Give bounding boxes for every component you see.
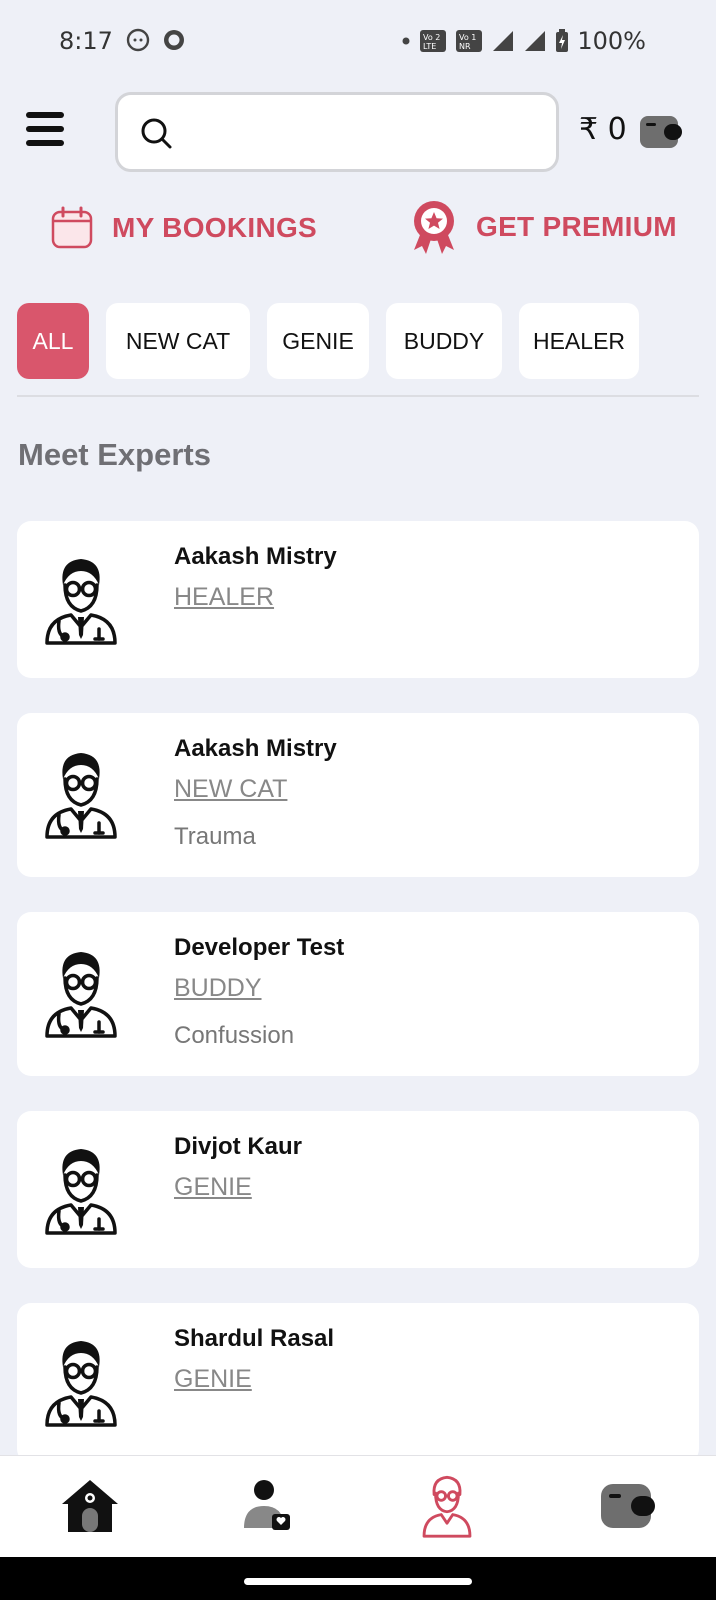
expert-name: Divjot Kaur: [174, 1133, 303, 1160]
profile-icon: [244, 1480, 290, 1530]
svg-text:Vo 1: Vo 1: [459, 33, 476, 42]
volte-2-icon: Vo 2LTE: [420, 30, 447, 52]
status-time: 8:17: [59, 27, 113, 55]
expert-category-link[interactable]: BUDDY: [174, 974, 262, 1003]
cat-face-icon: [126, 28, 150, 52]
doctor-avatar-icon: [45, 753, 117, 839]
chip-new-cat[interactable]: NEW CAT: [106, 303, 250, 379]
svg-text:NR: NR: [459, 42, 471, 51]
bottom-nav: [0, 1455, 716, 1557]
doctor-avatar-icon: [45, 559, 117, 645]
expert-name: Aakash Mistry: [174, 543, 337, 570]
expert-issue: Confussion: [174, 1022, 295, 1049]
premium-badge-icon: [414, 201, 454, 254]
battery-percent: 100%: [577, 27, 646, 55]
section-title: Meet Experts: [18, 437, 211, 472]
get-premium-label: GET PREMIUM: [476, 211, 677, 242]
wallet-amount: ₹ 0: [579, 112, 627, 147]
filter-chips: ALL NEW CAT GENIE BUDDY HEALER: [17, 303, 639, 379]
home-gesture-handle[interactable]: [244, 1578, 472, 1585]
divider: [17, 395, 699, 397]
expert-category-link[interactable]: HEALER: [174, 583, 274, 612]
expert-name: Developer Test: [174, 934, 345, 961]
expert-card[interactable]: Developer Test BUDDY Confussion: [17, 912, 699, 1076]
chip-genie[interactable]: GENIE: [267, 303, 369, 379]
dot-icon: [402, 37, 410, 45]
chip-buddy[interactable]: BUDDY: [386, 303, 502, 379]
vonr-1-icon: Vo 1NR: [456, 30, 483, 52]
nav-experts[interactable]: [412, 1474, 482, 1538]
my-bookings-label: MY BOOKINGS: [112, 212, 318, 243]
svg-text:Vo 2: Vo 2: [423, 33, 440, 42]
my-bookings-button[interactable]: MY BOOKINGS: [50, 206, 317, 250]
nav-wallet[interactable]: [592, 1474, 662, 1538]
expert-name: Shardul Rasal: [174, 1325, 335, 1352]
expert-card[interactable]: Shardul Rasal GENIE: [17, 1303, 699, 1463]
expert-category-link[interactable]: NEW CAT: [174, 775, 287, 804]
expert-card[interactable]: Divjot Kaur GENIE: [17, 1111, 699, 1268]
expert-issue: Trauma: [174, 823, 256, 850]
circle-icon: [164, 30, 184, 50]
nav-home[interactable]: [55, 1474, 125, 1538]
search-box[interactable]: [115, 92, 559, 172]
calendar-icon: [51, 206, 93, 249]
signal-icon: [493, 31, 514, 51]
expert-name: Aakash Mistry: [174, 735, 337, 762]
wallet-icon[interactable]: [640, 114, 682, 150]
expert-icon: [422, 1475, 472, 1538]
chip-all[interactable]: ALL: [17, 303, 89, 379]
status-bar: 8:17 Vo 2 LTE Vo 1 NR 100%: [0, 0, 716, 84]
expert-category-link[interactable]: GENIE: [174, 1173, 252, 1202]
get-premium-button[interactable]: GET PREMIUM: [410, 200, 677, 254]
hamburger-menu-icon[interactable]: [26, 112, 64, 152]
battery-charging-icon: [556, 29, 569, 52]
doctor-avatar-icon: [45, 952, 117, 1038]
home-icon: [62, 1480, 118, 1532]
nav-profile[interactable]: [233, 1474, 303, 1538]
signal-icon: [525, 31, 546, 51]
search-input[interactable]: [182, 109, 542, 155]
wallet-icon: [601, 1484, 655, 1528]
doctor-avatar-icon: [45, 1149, 117, 1235]
expert-card[interactable]: Aakash Mistry NEW CAT Trauma: [17, 713, 699, 877]
chip-healer[interactable]: HEALER: [519, 303, 639, 379]
search-icon: [141, 118, 172, 149]
expert-category-link[interactable]: GENIE: [174, 1365, 252, 1394]
status-right: Vo 2 LTE Vo 1 NR 100%: [401, 27, 646, 55]
doctor-avatar-icon: [45, 1341, 117, 1427]
expert-card[interactable]: Aakash Mistry HEALER: [17, 521, 699, 678]
svg-text:LTE: LTE: [423, 42, 436, 51]
